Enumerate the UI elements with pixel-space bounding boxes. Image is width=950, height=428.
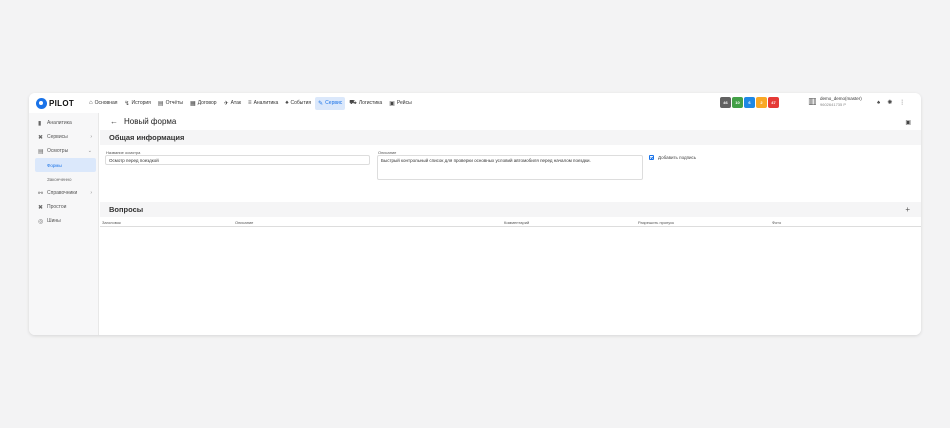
status-badge[interactable]: 6 (744, 97, 755, 108)
nav-label: Логистика (358, 100, 383, 106)
sidebar-item-label: Справочники (47, 190, 78, 196)
status-badge[interactable]: 47 (768, 97, 779, 108)
add-signature-checkbox[interactable]: Добавить подпись (649, 155, 696, 160)
nav-item-history[interactable]: ↯ История (121, 97, 153, 110)
sidebar-item-label: Аналитика (47, 120, 72, 126)
questions-table-header: Заголовок Описание Комментарий Разрешить… (100, 219, 921, 227)
description-textarea[interactable]: Быстрый контрольный список для проверки … (377, 155, 643, 180)
status-badge[interactable]: 46 (720, 97, 731, 108)
nav-label: Рейсы (396, 100, 412, 106)
chart-icon: ▮ (38, 120, 42, 127)
nav-label: Договор (197, 100, 217, 106)
nav-item-analytics[interactable]: ≡ Аналитика (245, 97, 281, 109)
logo-icon (36, 97, 47, 109)
wrench-icon: ✎ (318, 100, 324, 107)
status-badge[interactable]: 10 (732, 97, 743, 108)
status-badge[interactable]: 2 (756, 97, 767, 108)
directory-icon: ⚯ (38, 190, 44, 197)
user-name: demo_demo(master) (820, 96, 862, 101)
report-icon: ▤ (157, 100, 164, 107)
nav-label: Атак (230, 100, 242, 106)
sidebar-item-directories[interactable]: ⚯ Справочники › (29, 186, 98, 200)
chevron-right-icon: › (90, 190, 92, 196)
nav-item-main[interactable]: ⌂ Основная (86, 97, 120, 109)
sidebar-item-downtime[interactable]: ✖ Простои (29, 200, 98, 214)
user-id: 9602641735 P (820, 102, 847, 107)
sidebar-item-services[interactable]: ✖ Сервисы › (29, 130, 98, 144)
sidebar-item-label: Осмотры (47, 148, 69, 154)
notification-bell-icon[interactable]: ♠ (877, 98, 880, 108)
user-building-icon: ▥ (808, 96, 817, 106)
app-window: PILOT ⌂ Основная ↯ История ▤ Отчёты ▦ Догово… (29, 93, 921, 335)
section-title: Общая информация (109, 133, 185, 142)
tire-icon: ◎ (38, 218, 44, 225)
sidebar-subitem-forms[interactable]: Формы (35, 158, 96, 172)
chevron-right-icon: › (90, 134, 92, 140)
column-header-description: Описание (235, 220, 254, 225)
analytics-icon: ≡ (248, 100, 252, 106)
document-icon: ▤ (38, 148, 44, 155)
sidebar-subitem-completed[interactable]: Законченно (29, 172, 98, 186)
column-header-photo: Фото (772, 220, 782, 225)
section-title: Вопросы (109, 205, 144, 214)
nav-item-contract[interactable]: ▦ Договор (187, 97, 220, 110)
checkbox-checked-icon[interactable] (649, 155, 654, 160)
more-vertical-icon[interactable]: ⋮ (899, 98, 905, 108)
nav-item-trips[interactable]: ▣ Рейсы (386, 97, 414, 110)
add-signature-label: Добавить подпись (658, 155, 697, 160)
contract-icon: ▦ (190, 100, 196, 107)
sidebar: ▮ Аналитика ✖ Сервисы › ▤ Осмотры ⌄ Форм… (29, 113, 99, 335)
sidebar-item-analytics[interactable]: ▮ Аналитика (29, 116, 98, 130)
tools-icon: ✖ (38, 134, 44, 141)
column-header-allow-skip: Разрешить пропуск (638, 220, 674, 225)
nav-item-service[interactable]: ✎ Сервис (315, 96, 346, 110)
home-icon: ⌂ (89, 100, 93, 106)
sidebar-item-label: Сервисы (47, 134, 68, 140)
user-menu[interactable]: ▥ demo_demo(master) 9602641735 P (808, 96, 862, 107)
questions-section: Вопросы + (100, 202, 921, 217)
nav-item-events[interactable]: ♠ События (282, 97, 314, 109)
nav-label: Аналитика (253, 100, 279, 106)
general-info-section: Общая информация (100, 130, 921, 145)
back-arrow-icon[interactable]: ← (110, 117, 118, 126)
top-actions: ♠ ✺ ⋮ (877, 98, 912, 108)
status-badges: 46 10 6 2 47 (720, 97, 780, 108)
logo[interactable]: PILOT (36, 97, 81, 109)
history-icon: ↯ (124, 100, 130, 107)
nav-label: События (290, 100, 312, 106)
main-content: ← Новый форма ▣ Общая информация Названи… (100, 113, 921, 335)
nav-label: История (131, 100, 151, 106)
page-title: Новый форма (124, 117, 177, 126)
downtime-icon: ✖ (38, 204, 44, 211)
user-info: demo_demo(master) 9602641735 P (820, 96, 862, 107)
save-icon[interactable]: ▣ (905, 119, 911, 126)
main-nav: ⌂ Основная ↯ История ▤ Отчёты ▦ Договор ✈ Ата… (86, 96, 416, 110)
column-header-comment: Комментарий (504, 220, 530, 225)
nav-label: Основная (94, 100, 118, 106)
nav-item-reports[interactable]: ▤ Отчёты (155, 97, 186, 110)
truck-icon: ⛟ (349, 100, 357, 106)
nav-item-attack[interactable]: ✈ Атак (221, 97, 244, 110)
column-header-title: Заголовок (102, 220, 121, 225)
page-header: ← Новый форма (110, 117, 176, 126)
chevron-down-icon: ⌄ (87, 148, 92, 154)
sidebar-item-tires[interactable]: ◎ Шины (29, 214, 98, 228)
nav-item-logistics[interactable]: ⛟ Логистика (346, 96, 385, 110)
attack-icon: ✈ (223, 100, 229, 107)
logo-text: PILOT (49, 98, 75, 108)
gear-icon[interactable]: ✺ (887, 98, 892, 108)
bus-icon: ▣ (389, 100, 395, 107)
sidebar-item-label: Шины (47, 218, 61, 224)
sidebar-item-label: Простои (47, 204, 67, 210)
bell-icon: ♠ (285, 100, 289, 106)
sidebar-item-inspections[interactable]: ▤ Осмотры ⌄ (29, 144, 98, 158)
nav-label: Сервис (325, 100, 343, 106)
top-bar: PILOT ⌂ Основная ↯ История ▤ Отчёты ▦ Догово… (29, 93, 921, 113)
nav-label: Отчёты (165, 100, 184, 106)
inspection-name-input[interactable]: Осмотр перед поездкой (105, 155, 370, 165)
add-question-plus-icon[interactable]: + (905, 205, 910, 214)
